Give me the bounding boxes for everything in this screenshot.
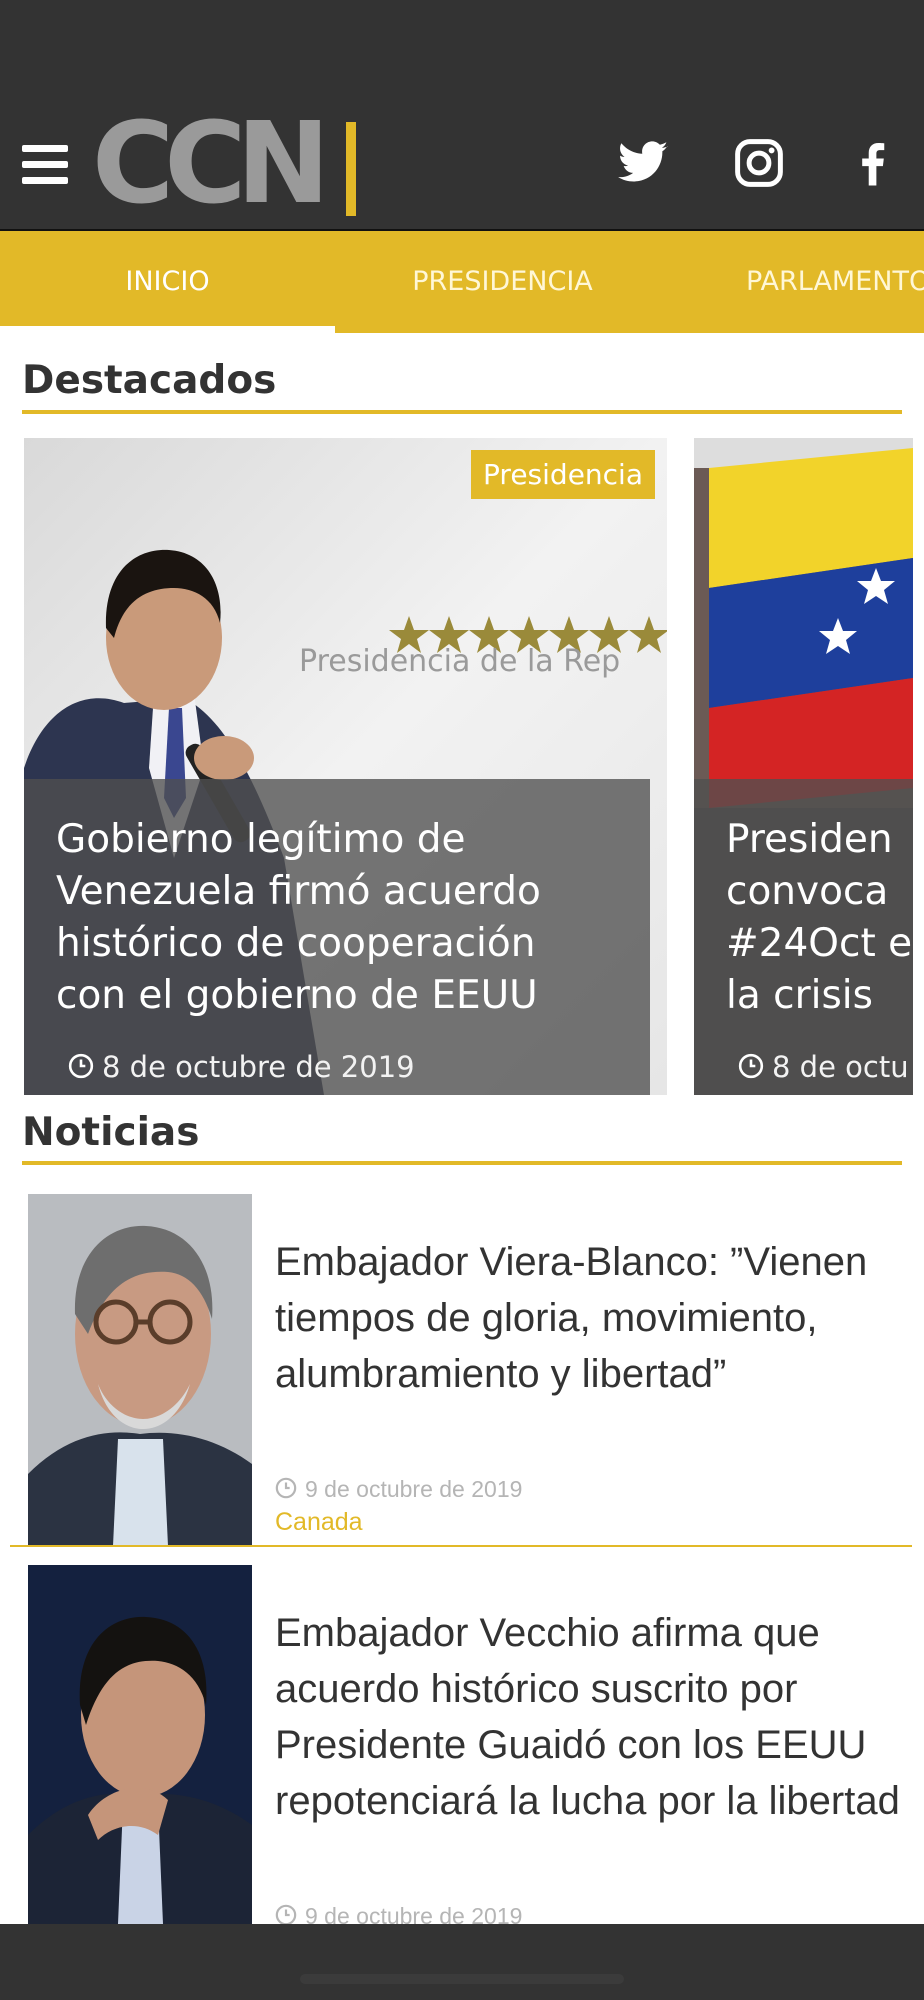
news-thumbnail: [28, 1565, 252, 1924]
clock-icon: [738, 1052, 764, 1086]
tab-parlamento[interactable]: PARLAMENTO: [746, 231, 924, 333]
title-line: convoca: [726, 869, 889, 914]
news-date: 9 de octubre de 2019: [275, 1476, 522, 1505]
category-tabs: INICIO PRESIDENCIA PARLAMENTO: [0, 231, 924, 333]
instagram-icon[interactable]: [732, 136, 786, 190]
title-line: Presiden: [726, 817, 893, 862]
tab-inicio[interactable]: INICIO: [0, 231, 335, 333]
logo-text: CCN: [92, 99, 330, 229]
news-thumbnail: [28, 1194, 252, 1546]
news-list-item[interactable]: Embajador Vecchio afirma que acuerdo his…: [0, 1565, 924, 1924]
news-title: Embajador Viera-Blanco: ”Vienen tiempos …: [275, 1240, 868, 1396]
featured-card-title: Presiden convoca #24Oct e la crisis: [726, 814, 913, 1022]
title-line: Gobierno legítimo de: [56, 817, 466, 862]
news-separator: [10, 1545, 912, 1547]
title-line: Venezuela firmó acuerdo: [56, 869, 541, 914]
hamburger-menu-icon[interactable]: [22, 145, 68, 185]
active-tab-indicator: [0, 326, 335, 333]
featured-card[interactable]: Presidencia de la Rep Presidencia Gobier…: [24, 438, 667, 1095]
status-bar: [0, 0, 924, 100]
svg-text:Presidencia de la Rep: Presidencia de la Rep: [299, 644, 620, 679]
clock-icon: [68, 1052, 94, 1086]
news-list-item[interactable]: Embajador Viera-Blanco: ”Vienen tiempos …: [0, 1194, 924, 1546]
clock-icon: [275, 1477, 297, 1505]
featured-card[interactable]: Presiden convoca #24Oct e la crisis 8 de…: [694, 438, 913, 1095]
ccn-logo[interactable]: CCN: [92, 104, 382, 224]
news-date: 9 de octubre de 2019: [275, 1903, 522, 1924]
featured-section-title: Destacados: [22, 358, 277, 403]
date-text: 8 de octu: [772, 1050, 909, 1084]
category-badge[interactable]: Presidencia: [471, 450, 655, 499]
title-line: histórico de cooperación: [56, 921, 536, 966]
featured-card-date: 8 de octubre de 2019: [68, 1050, 415, 1086]
title-line: #24Oct e: [726, 921, 913, 966]
featured-card-title: Gobierno legítimo de Venezuela firmó acu…: [56, 814, 636, 1022]
clock-icon: [275, 1904, 297, 1924]
news-section-title: Noticias: [22, 1110, 200, 1155]
home-gesture-pill[interactable]: [300, 1974, 624, 1984]
date-text: 9 de octubre de 2019: [305, 1476, 523, 1502]
facebook-icon[interactable]: [846, 136, 900, 190]
date-text: 8 de octubre de 2019: [102, 1050, 415, 1084]
title-line: la crisis: [726, 973, 873, 1018]
tab-presidencia[interactable]: PRESIDENCIA: [335, 231, 670, 333]
news-section-rule: [22, 1161, 902, 1165]
system-navigation-bar: [0, 1924, 924, 2000]
news-title: Embajador Vecchio afirma que acuerdo his…: [275, 1611, 900, 1823]
logo-accent-bar: [346, 122, 356, 216]
featured-card-date: 8 de octu: [738, 1050, 909, 1086]
news-category[interactable]: Canada: [275, 1508, 363, 1537]
title-line: con el gobierno de EEUU: [56, 973, 538, 1018]
twitter-icon[interactable]: [616, 136, 670, 190]
date-text: 9 de octubre de 2019: [305, 1903, 523, 1924]
featured-section-rule: [22, 410, 902, 414]
